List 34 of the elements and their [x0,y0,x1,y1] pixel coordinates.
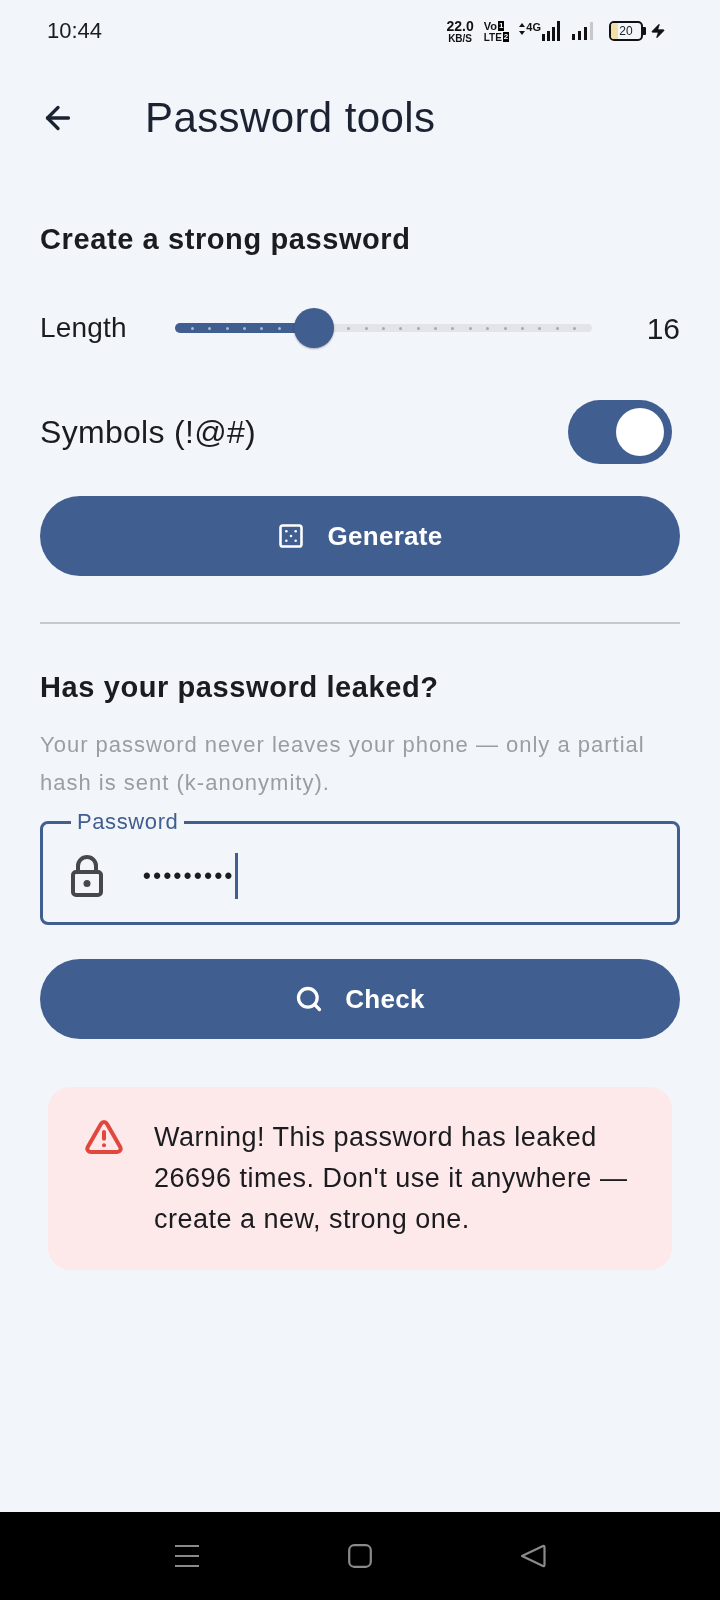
symbols-label: Symbols (!@#) [40,413,256,452]
text-cursor-icon [234,853,238,899]
leak-warning-text: Warning! This password has leaked 26696 times. Don't use it anywhere — create a new, strong one. [154,1121,629,1236]
battery-indicator: 20 [609,21,646,41]
volte-label: Vo [483,19,497,32]
home-icon[interactable] [348,1544,372,1568]
privacy-note: Your password never leaves your phone — only a partial hash is sent (k-anonymity). [40,731,646,797]
search-icon [295,985,324,1013]
data-arrows-icon [519,23,526,35]
length-slider-thumb[interactable] [293,308,334,348]
section-heading: Has your password leaked? [40,670,440,704]
dice-icon [277,522,306,550]
charging-icon [650,23,666,39]
menu-icon[interactable] [174,1544,200,1568]
lock-icon [71,855,103,897]
network-speed: 22.0 [446,18,474,33]
page-title: Password tools [145,97,436,139]
network-speed-unit: KB/S [448,32,473,44]
signal-icon [542,21,560,41]
length-label: Length [40,311,128,345]
generate-button[interactable]: Generate [40,496,680,576]
network-type: 4G [526,21,541,33]
signal-icon [572,22,595,40]
back-icon[interactable] [520,1544,546,1568]
sim-badge: 2 [502,32,510,42]
warning-icon [84,1117,124,1157]
check-button[interactable]: Check [40,959,680,1039]
lte-label: LTE [483,31,502,43]
length-value: 16 [645,310,680,347]
length-slider-track[interactable] [175,307,592,349]
section-heading: Create a strong password [40,222,412,256]
sim-badge: 1 [497,20,505,31]
password-field[interactable]: Password ••••••••• [40,810,680,925]
status-time: 10:44 [47,20,103,42]
